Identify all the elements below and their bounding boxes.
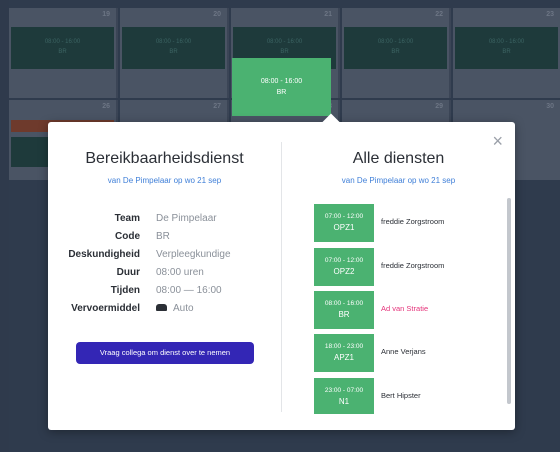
scroll-thumb[interactable]: [507, 198, 511, 404]
day-number: 29: [435, 103, 443, 110]
shift-badge[interactable]: 07:00 - 12:00 OPZ1: [314, 204, 374, 242]
shift-tile[interactable]: 08:00 - 16:00 BR: [11, 27, 114, 69]
shift-tile[interactable]: 08:00 - 16:00 BR: [455, 27, 558, 69]
list-item[interactable]: 08:00 - 16:00 BR Ad van Stratie: [314, 291, 484, 331]
calendar-day[interactable]: 23 08:00 - 16:00 BR: [453, 8, 560, 98]
all-shifts-subtitle: van De Pimpelaar op wo 21 sep: [341, 176, 456, 185]
all-shifts-panel: Alle diensten van De Pimpelaar op wo 21 …: [282, 122, 515, 430]
detail-row-transport: Vervoermiddel Auto: [71, 303, 194, 314]
shift-subtitle: van De Pimpelaar op wo 21 sep: [107, 176, 222, 185]
selected-shift-time: 08:00 - 16:00: [260, 78, 303, 85]
day-number: 30: [546, 103, 554, 110]
employee-name: Anne Verjans: [381, 347, 426, 356]
car-icon: [156, 303, 167, 311]
calendar-day[interactable]: 19 08:00 - 16:00 BR: [9, 8, 118, 98]
employee-name: Bert Hipster: [381, 391, 421, 400]
shift-tile[interactable]: 08:00 - 16:00 BR: [344, 27, 447, 69]
shift-badge[interactable]: 18:00 - 23:00 APZ1: [314, 334, 374, 372]
detail-row-code: Code BR: [115, 231, 170, 242]
day-number: 27: [213, 103, 221, 110]
list-item[interactable]: 07:00 - 12:00 OPZ2 freddie Zorgstroom: [314, 248, 484, 288]
shift-tile[interactable]: 08:00 - 16:00 BR: [122, 27, 225, 69]
day-number: 26: [102, 103, 110, 110]
calendar-day[interactable]: 22 08:00 - 16:00 BR: [342, 8, 451, 98]
shift-details-panel: Bereikbaarheidsdienst van De Pimpelaar o…: [48, 122, 281, 430]
employee-name: freddie Zorgstroom: [381, 217, 445, 226]
employee-name: freddie Zorgstroom: [381, 261, 445, 270]
shift-badge[interactable]: 07:00 - 12:00 OPZ2: [314, 248, 374, 286]
selected-shift-tile[interactable]: 08:00 - 16:00 BR: [232, 58, 331, 116]
day-number: 23: [546, 11, 554, 18]
list-item[interactable]: 23:00 - 07:00 N1 Bert Hipster: [314, 378, 484, 414]
detail-row-times: Tijden 08:00 — 16:00: [110, 285, 222, 296]
detail-row-team: Team De Pimpelaar: [114, 213, 217, 224]
detail-row-duration: Duur 08:00 uren: [116, 267, 204, 278]
day-number: 20: [213, 11, 221, 18]
shift-badge[interactable]: 23:00 - 07:00 N1: [314, 378, 374, 414]
day-number: 22: [435, 11, 443, 18]
shift-title: Bereikbaarheidsdienst: [85, 150, 244, 167]
list-item[interactable]: 07:00 - 12:00 OPZ1 freddie Zorgstroom: [314, 204, 484, 244]
detail-row-expertise: Deskundigheid Verpleegkundige: [68, 249, 231, 260]
employee-name: Ad van Stratie: [381, 304, 429, 313]
selected-shift-code: BR: [276, 89, 287, 96]
shift-list-scrollbar[interactable]: [507, 198, 511, 404]
shift-badge[interactable]: 08:00 - 16:00 BR: [314, 291, 374, 329]
request-takeover-button[interactable]: Vraag collega om dienst over te nemen: [76, 342, 254, 364]
day-number: 21: [324, 11, 332, 18]
calendar-day[interactable]: 20 08:00 - 16:00 BR: [120, 8, 229, 98]
all-shifts-title: Alle diensten: [352, 150, 445, 167]
details-list: Team De Pimpelaar Code BR Deskundigheid …: [48, 210, 281, 318]
shift-list: 07:00 - 12:00 OPZ1 freddie Zorgstroom 07:…: [314, 204, 500, 414]
day-number: 19: [102, 11, 110, 18]
list-item[interactable]: 18:00 - 23:00 APZ1 Anne Verjans: [314, 334, 484, 374]
shift-detail-modal: × Bereikbaarheidsdienst van De Pimpelaar…: [48, 113, 515, 430]
